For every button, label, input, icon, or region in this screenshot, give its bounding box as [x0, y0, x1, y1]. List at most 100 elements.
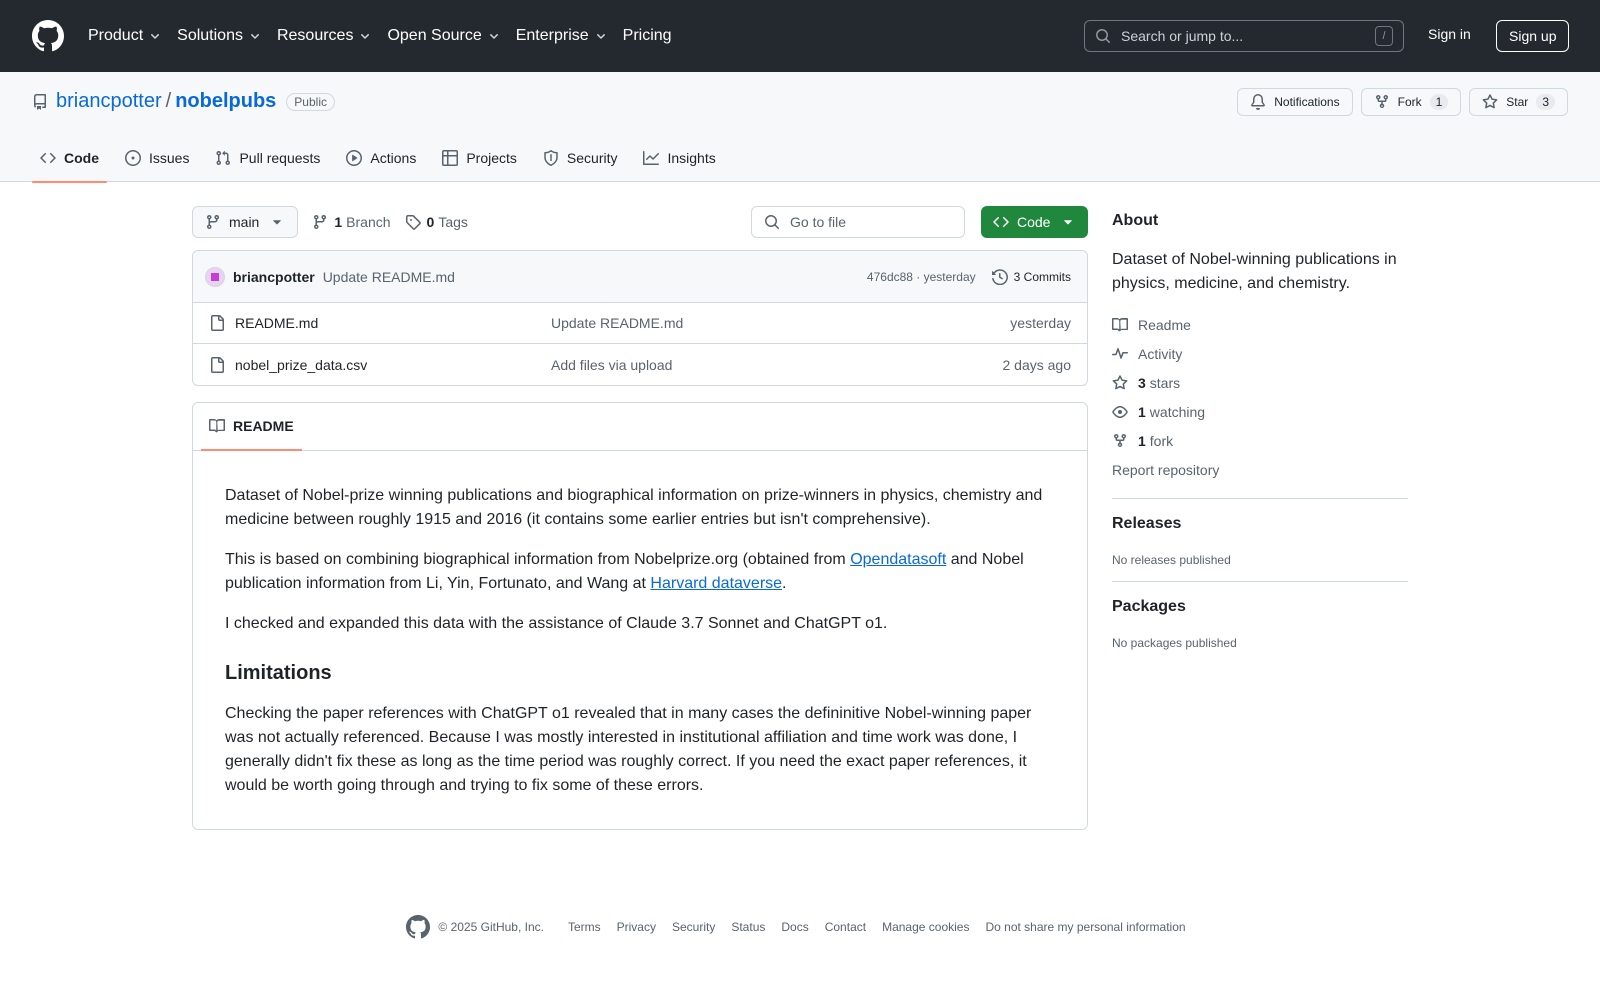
- footer-link-contact[interactable]: Contact: [825, 920, 866, 934]
- search-shortcut-key: /: [1375, 26, 1393, 46]
- readme-link[interactable]: Readme: [1112, 310, 1408, 339]
- bell-icon: [1251, 94, 1266, 110]
- commit-author[interactable]: briancpotter: [233, 269, 315, 285]
- footer-link-terms[interactable]: Terms: [568, 920, 601, 934]
- tab-projects[interactable]: Projects: [434, 134, 525, 182]
- branch-select-button[interactable]: main: [192, 206, 299, 238]
- fork-label: Fork: [1397, 95, 1422, 109]
- readme-paragraph: Checking the paper references with ChatG…: [225, 705, 1032, 794]
- go-to-file-input[interactable]: Go to file: [751, 206, 965, 238]
- stars-link[interactable]: 3 stars: [1112, 368, 1408, 397]
- repo-name-link[interactable]: nobelpubs: [175, 90, 276, 113]
- footer-link-security[interactable]: Security: [672, 920, 715, 934]
- nav-open-source[interactable]: Open Source: [387, 27, 501, 45]
- watching-count: 1: [1138, 403, 1146, 420]
- search-icon: [1096, 29, 1111, 44]
- star-icon: [1112, 374, 1128, 389]
- footer-link-status[interactable]: Status: [731, 920, 765, 934]
- file-toolbar: main 1 Branch 0 Tags Go to file Code: [192, 206, 1088, 238]
- caret-down-icon: [1064, 220, 1072, 225]
- watching-label: watching: [1149, 403, 1206, 420]
- github-logo-icon[interactable]: [406, 915, 431, 939]
- footer-link-do-not-share[interactable]: Do not share my personal information: [985, 920, 1185, 934]
- sign-in-link[interactable]: Sign in: [1428, 26, 1471, 42]
- tab-code[interactable]: Code: [32, 134, 107, 183]
- fork-count: 1: [1138, 432, 1146, 449]
- readme-header: README: [193, 403, 1087, 451]
- footer-link-manage-cookies[interactable]: Manage cookies: [882, 920, 969, 934]
- file-name[interactable]: README.md: [235, 315, 551, 331]
- tab-actions[interactable]: Actions: [338, 134, 424, 182]
- nav-enterprise[interactable]: Enterprise: [516, 27, 609, 45]
- code-dropdown-button[interactable]: Code: [981, 206, 1088, 238]
- forks-link[interactable]: 1 fork: [1112, 426, 1408, 455]
- repo-actions: Notifications Fork 1 Star 3: [1229, 88, 1568, 116]
- opendatasoft-link[interactable]: Opendatasoft: [850, 551, 946, 568]
- tag-label: Tags: [438, 214, 468, 230]
- github-logo-icon[interactable]: [32, 20, 64, 52]
- about-sidebar: About Dataset of Nobel-winning publicati…: [1112, 206, 1408, 650]
- shield-icon: [544, 150, 558, 166]
- nav-label: Open Source: [387, 27, 482, 44]
- footer-link-privacy[interactable]: Privacy: [617, 920, 656, 934]
- commit-message[interactable]: Update README.md: [323, 269, 455, 285]
- fork-count: 1: [1429, 94, 1449, 110]
- readme-tab-label: README: [233, 418, 294, 434]
- file-row[interactable]: README.md Update README.md yesterday: [193, 303, 1087, 344]
- report-repository-link[interactable]: Report repository: [1112, 455, 1408, 484]
- nav-label: Resources: [276, 27, 354, 44]
- nav-pricing[interactable]: Pricing: [623, 27, 672, 45]
- top-nav: Product Solutions Resources Open Source …: [88, 27, 686, 45]
- packages-empty: No packages published: [1112, 636, 1237, 650]
- commits-history-link[interactable]: 3 Commits: [991, 268, 1071, 285]
- file-row[interactable]: nobel_prize_data.csv Add files via uploa…: [193, 344, 1087, 385]
- sign-up-button[interactable]: Sign up: [1496, 20, 1570, 52]
- repo-owner-link[interactable]: briancpotter: [56, 90, 162, 113]
- commit-hash-time[interactable]: 476dc88 · yesterday: [867, 270, 976, 284]
- notifications-label: Notifications: [1274, 95, 1340, 109]
- nav-product[interactable]: Product: [88, 27, 163, 45]
- nav-label: Solutions: [177, 27, 243, 44]
- file-browser: briancpotter Update README.md 476dc88 · …: [192, 250, 1088, 386]
- file-name[interactable]: nobel_prize_data.csv: [235, 357, 551, 373]
- nav-resources[interactable]: Resources: [277, 27, 373, 45]
- main-content: main 1 Branch 0 Tags Go to file Code bri…: [192, 206, 1088, 830]
- harvard-dataverse-link[interactable]: Harvard dataverse: [650, 575, 782, 592]
- file-commit-message[interactable]: Update README.md: [551, 315, 1010, 331]
- code-button-label: Code: [1017, 214, 1051, 230]
- readme-tab[interactable]: README: [201, 402, 302, 451]
- tab-insights[interactable]: Insights: [635, 134, 723, 182]
- avatar[interactable]: [205, 266, 225, 287]
- play-icon: [346, 150, 363, 166]
- tags-link[interactable]: 0 Tags: [405, 214, 468, 230]
- releases-title[interactable]: Releases: [1112, 515, 1408, 533]
- file-commit-message[interactable]: Add files via upload: [551, 357, 1003, 373]
- star-button[interactable]: Star 3: [1469, 88, 1568, 116]
- tab-label: Actions: [370, 150, 417, 166]
- watching-link[interactable]: 1 watching: [1112, 397, 1408, 426]
- report-label: Report repository: [1112, 461, 1220, 478]
- repo-separator: /: [165, 90, 172, 112]
- about-links: Readme Activity 3 stars 1 watching 1 for…: [1112, 310, 1408, 484]
- fork-button[interactable]: Fork 1: [1360, 88, 1462, 116]
- nav-label: Pricing: [622, 27, 672, 44]
- tab-security[interactable]: Security: [535, 134, 626, 182]
- star-count: 3: [1536, 94, 1555, 110]
- star-label: Star: [1506, 95, 1529, 109]
- tab-pull-requests[interactable]: Pull requests: [207, 134, 328, 182]
- nav-solutions[interactable]: Solutions: [177, 27, 263, 45]
- tab-issues[interactable]: Issues: [117, 134, 197, 182]
- chevron-down-icon: [596, 34, 605, 39]
- footer-copyright: © 2025 GitHub, Inc.: [438, 920, 544, 934]
- packages-title[interactable]: Packages: [1112, 598, 1408, 616]
- activity-link[interactable]: Activity: [1112, 339, 1408, 368]
- footer-link-docs[interactable]: Docs: [781, 920, 808, 934]
- branches-link[interactable]: 1 Branch: [312, 214, 391, 230]
- file-icon: [211, 356, 224, 373]
- tab-label: Insights: [667, 150, 716, 166]
- issue-icon: [125, 150, 141, 166]
- search-input[interactable]: Search or jump to... /: [1084, 20, 1404, 52]
- divider: [1112, 581, 1408, 582]
- notifications-button[interactable]: Notifications: [1237, 88, 1353, 116]
- chevron-down-icon: [151, 34, 160, 39]
